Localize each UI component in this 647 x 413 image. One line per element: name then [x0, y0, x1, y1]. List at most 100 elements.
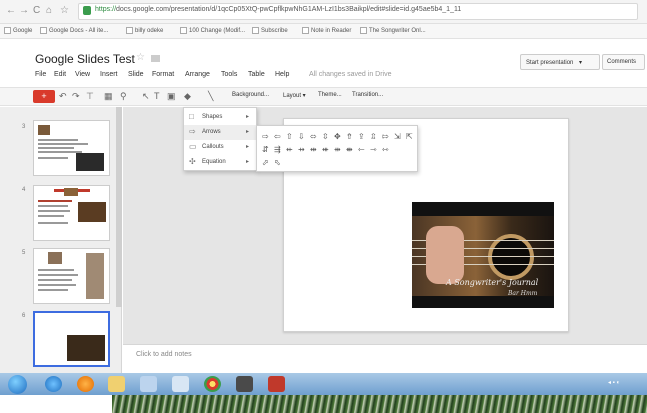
guitar-photo[interactable]: A Songwriter's Journal Bar Hmm [412, 202, 554, 308]
menu-arrange[interactable]: Arrange [185, 71, 210, 78]
arrow-shape-icon[interactable]: ⇧ [286, 132, 293, 141]
document-title[interactable]: Google Slides Test [35, 52, 135, 66]
slide-thumbnail[interactable] [33, 120, 110, 176]
zoom-icon[interactable]: ⚲ [120, 91, 127, 101]
star-icon[interactable]: ☆ [60, 5, 69, 16]
paint-format-icon[interactable]: ⊤ [86, 91, 94, 101]
slide-thumbnail-selected[interactable] [33, 311, 110, 367]
layout-button[interactable]: Layout ▾ [283, 92, 306, 99]
menu-file[interactable]: File [35, 71, 46, 78]
arrow-shape-icon[interactable]: ⇨ [262, 132, 269, 141]
menu-format[interactable]: Format [152, 71, 174, 78]
bookmark-item[interactable]: The Songwriter Onl... [360, 27, 426, 34]
arrow-shape-icon[interactable]: ⇱ [406, 132, 413, 141]
back-icon[interactable]: ← [6, 5, 16, 16]
arrow-shape-icon[interactable]: ⇳ [322, 132, 329, 141]
menu-edit[interactable]: Edit [54, 71, 66, 78]
arrow-shape-icon[interactable]: ⇩ [298, 132, 305, 141]
arrow-shape-icon[interactable]: ⇼ [346, 145, 353, 154]
arrow-shape-icon[interactable]: ⇫ [370, 132, 377, 141]
slide-thumbnail[interactable] [33, 248, 110, 304]
new-slide-button[interactable]: + [33, 90, 55, 103]
bookmark-icon [4, 27, 11, 34]
start-button[interactable] [8, 375, 27, 394]
menu-help[interactable]: Help [275, 71, 289, 78]
menu-view[interactable]: View [75, 71, 90, 78]
system-tray-icon[interactable]: ◂ ▪ ◐ [608, 379, 620, 386]
arrow-shape-icon[interactable]: ⇶ [274, 145, 281, 154]
folder-icon[interactable] [151, 55, 160, 62]
arrow-shape-icon[interactable]: ⬀ [262, 158, 269, 167]
undo-icon[interactable]: ↶ [59, 91, 67, 101]
redo-icon[interactable]: ↷ [72, 91, 80, 101]
select-icon[interactable]: ↖ [142, 91, 150, 101]
arrow-shape-icon[interactable]: ⇽ [358, 145, 365, 154]
arrow-shape-icon[interactable]: ⇹ [310, 145, 317, 154]
arrow-shape-icon[interactable]: ⇵ [262, 145, 269, 154]
arrow-shape-icon[interactable]: ⇰ [382, 132, 389, 141]
slide-thumbnail[interactable] [33, 185, 110, 241]
bookmark-item[interactable]: 100 Change (Modif... [180, 27, 245, 34]
slide-number: 5 [22, 250, 26, 256]
arrow-shape-icon[interactable]: ⇻ [334, 145, 341, 154]
background-button[interactable]: Background... [232, 92, 269, 98]
arrow-shape-icon[interactable]: ✥ [334, 132, 341, 141]
chevron-right-icon: ▸ [246, 159, 250, 165]
menu-slide[interactable]: Slide [128, 71, 144, 78]
menu-item-callouts[interactable]: ▭ Callouts ▸ [184, 140, 256, 155]
bookmark-item[interactable]: Note in Reader [302, 27, 351, 34]
arrow-shape-icon[interactable]: ⇷ [286, 145, 293, 154]
speaker-notes[interactable] [123, 344, 647, 373]
menu-insert[interactable]: Insert [100, 71, 118, 78]
camera-icon[interactable] [236, 376, 253, 392]
media-player-icon[interactable] [77, 376, 94, 392]
slide-number: 3 [22, 124, 26, 130]
start-presentation-button[interactable]: Start presentation ▾ [520, 54, 600, 70]
line-icon[interactable]: ╲ [208, 91, 213, 101]
menu-item-shapes[interactable]: □ Shapes ▸ [184, 110, 256, 125]
arrow-shape-icon[interactable]: ⇸ [298, 145, 305, 154]
recorder-icon[interactable] [268, 376, 285, 392]
arrow-shape-icon[interactable]: ⇿ [382, 145, 389, 154]
arrow-shape-icon[interactable]: ⇲ [394, 132, 401, 141]
star-icon[interactable]: ☆ [136, 52, 145, 63]
arrow-shape-icon[interactable]: ⇦ [274, 132, 281, 141]
chrome-icon[interactable] [204, 376, 221, 392]
lock-icon [83, 6, 91, 15]
square-icon: □ [189, 112, 194, 121]
bookmark-item[interactable]: Google Docs - All ite... [40, 27, 108, 34]
app-icon[interactable] [172, 376, 189, 392]
bookmark-item[interactable]: billy odeke [126, 27, 163, 34]
app-icon[interactable] [140, 376, 157, 392]
file-explorer-icon[interactable] [108, 376, 125, 392]
notes-placeholder: Click to add notes [136, 351, 192, 358]
url-text[interactable]: https://docs.google.com/presentation/d/1… [95, 6, 461, 13]
arrow-shape-icon[interactable]: ⇾ [370, 145, 377, 154]
filmstrip-scrollbar[interactable] [116, 107, 122, 307]
menu-tools[interactable]: Tools [221, 71, 237, 78]
menu-item-equation[interactable]: ✣ Equation ▸ [184, 155, 256, 170]
home-icon[interactable]: ⌂ [46, 5, 52, 16]
arrow-shape-icon[interactable]: ⬁ [274, 158, 281, 167]
internet-explorer-icon[interactable] [45, 376, 62, 392]
comments-button[interactable]: Comments [602, 54, 645, 70]
text-box-icon[interactable]: T [154, 91, 160, 101]
arrow-shape-icon[interactable]: ⬄ [310, 132, 317, 141]
bookmark-item[interactable]: Google [4, 27, 32, 34]
menu-table[interactable]: Table [248, 71, 265, 78]
bookmark-item[interactable]: Subscribe [252, 27, 288, 34]
arrow-shape-icon[interactable]: ⇪ [358, 132, 365, 141]
theme-button[interactable]: Theme... [318, 92, 342, 98]
menu-item-arrows[interactable]: ⇨ Arrows ▸ [184, 125, 256, 140]
transition-button[interactable]: Transition... [352, 92, 383, 98]
thumbnail-image [78, 202, 106, 222]
arrow-shape-icon[interactable]: ⇺ [322, 145, 329, 154]
reload-icon[interactable]: C [33, 5, 40, 16]
thumbnail-image [38, 125, 50, 135]
forward-icon[interactable]: → [19, 5, 29, 16]
image-icon[interactable]: ▣ [167, 91, 176, 101]
arrow-shape-icon[interactable]: ⇮ [346, 132, 353, 141]
shape-icon[interactable]: ◆ [184, 91, 191, 101]
zoom-fit-icon[interactable]: ▦ [104, 91, 113, 101]
callout-icon: ▭ [189, 142, 197, 151]
